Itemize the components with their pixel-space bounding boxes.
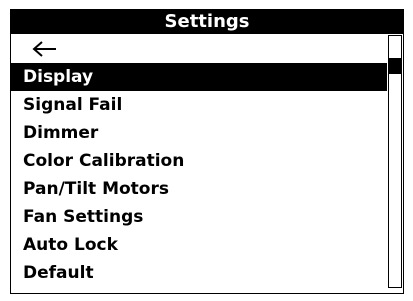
menu-item-label: Color Calibration — [23, 151, 185, 171]
menu-item-label: Signal Fail — [23, 95, 123, 115]
menu-item-default[interactable]: Default — [11, 259, 387, 287]
menu-item-label: Fan Settings — [23, 207, 144, 227]
menu-item-dimmer[interactable]: Dimmer — [11, 119, 387, 147]
back-button[interactable] — [11, 35, 387, 63]
menu-item-signal-fail[interactable]: Signal Fail — [11, 91, 387, 119]
menu-item-label: Display — [23, 67, 94, 87]
menu-item-display[interactable]: Display — [11, 63, 387, 91]
menu-item-auto-lock[interactable]: Auto Lock — [11, 231, 387, 259]
menu-item-pan-tilt-motors[interactable]: Pan/Tilt Motors — [11, 175, 387, 203]
scrollbar-thumb[interactable] — [389, 58, 401, 74]
left-arrow-icon — [32, 41, 56, 57]
menu-item-color-calibration[interactable]: Color Calibration — [11, 147, 387, 175]
page-title: Settings — [11, 10, 403, 34]
menu-item-label: Auto Lock — [23, 235, 118, 255]
menu-item-label: Default — [23, 263, 94, 283]
menu-item-fan-settings[interactable]: Fan Settings — [11, 203, 387, 231]
settings-menu: Display Signal Fail Dimmer Color Calibra… — [11, 35, 387, 291]
menu-scrollbar[interactable] — [388, 35, 402, 288]
menu-item-label: Pan/Tilt Motors — [23, 179, 169, 199]
menu-item-label: Dimmer — [23, 123, 99, 143]
settings-screen: Settings Display Signal Fail Dimmer Colo… — [10, 9, 404, 294]
